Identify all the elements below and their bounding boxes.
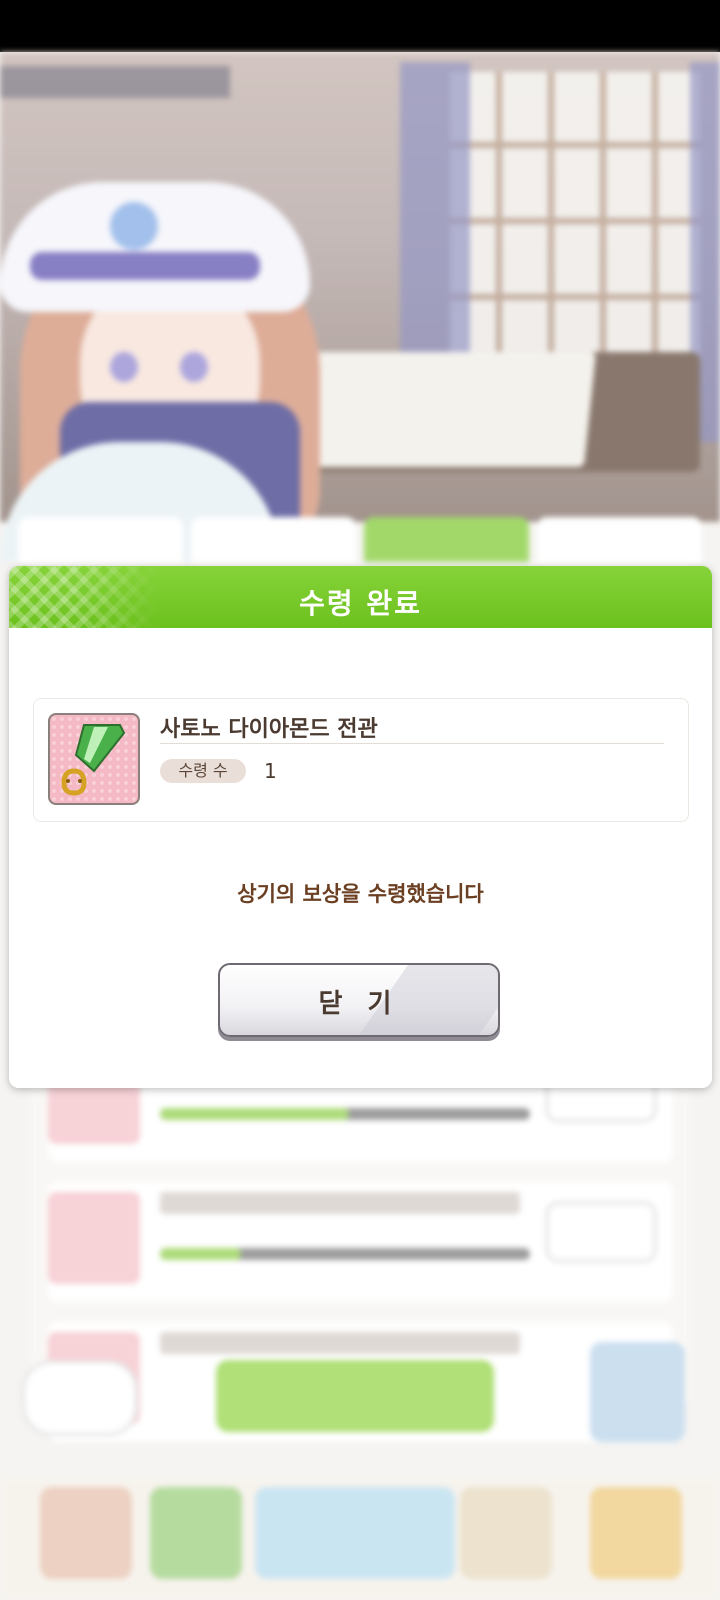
reward-card: 사토노 다이아몬드 전관 수령 수 1 [33, 698, 689, 822]
reward-name: 사토노 다이아몬드 전관 [160, 717, 378, 742]
dialog-header: 수령 완료 [9, 566, 712, 628]
close-button[interactable]: 닫 기 [218, 963, 500, 1037]
dialog-title: 수령 완료 [299, 587, 422, 620]
medal-ribbon-horseshoe-icon [48, 713, 140, 805]
medal-ribbon-horseshoe-icon [61, 724, 126, 796]
divider [160, 743, 664, 744]
reward-count-value: 1 [264, 759, 277, 783]
reward-dialog: 수령 완료 사토노 다이아몬드 전관 수령 수 1 상기의 보상을 수령했습니다… [9, 566, 712, 1088]
dialog-body: 사토노 다이아몬드 전관 수령 수 1 상기의 보상을 수령했습니다 닫 기 [9, 628, 712, 1088]
status-bar [0, 0, 720, 52]
close-button-label: 닫 기 [318, 989, 400, 1019]
reward-count-label: 수령 수 [160, 759, 246, 783]
dialog-message: 상기의 보상을 수령했습니다 [237, 882, 484, 906]
